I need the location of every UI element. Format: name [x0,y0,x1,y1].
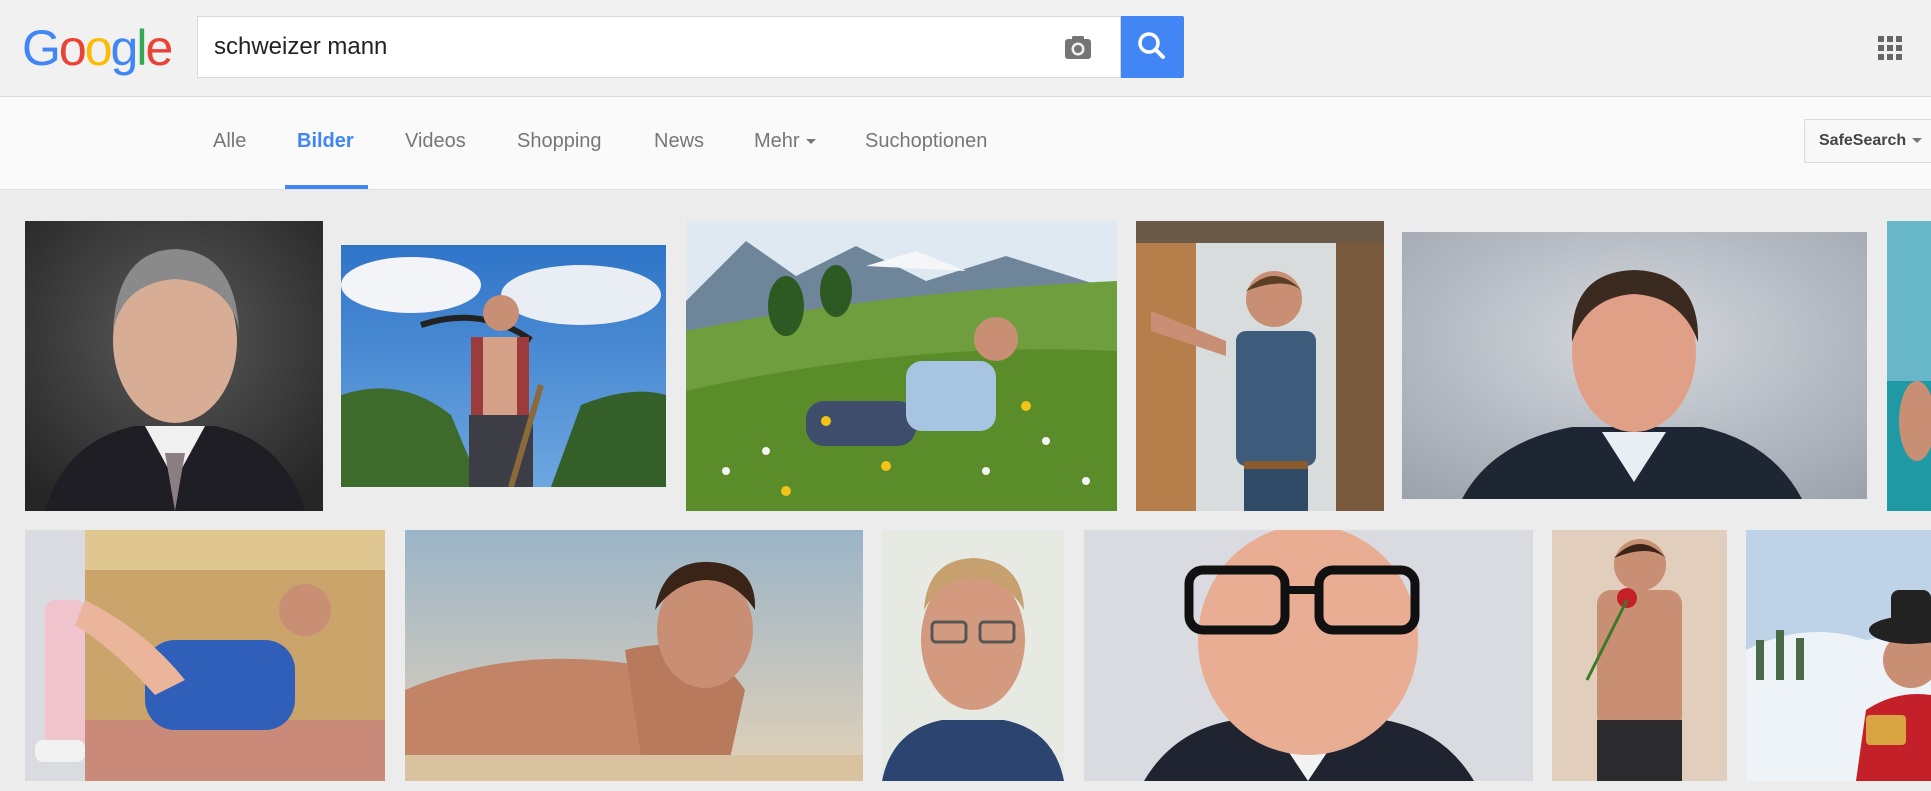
tab-mehr[interactable]: Mehr [754,97,816,189]
dropdown-arrow-icon [1912,138,1923,144]
top-bar: Google [0,0,1931,97]
search-input[interactable] [214,17,1034,77]
camera-icon[interactable] [1060,30,1096,66]
logo-letter: g [110,20,139,76]
image-result[interactable] [341,245,666,487]
active-tab-indicator [285,185,368,189]
search-tabs: Alle Bilder Videos Shopping News Mehr Su… [0,97,1931,190]
safesearch-button[interactable]: SafeSearch [1804,119,1931,163]
logo-letter: l [136,20,147,76]
image-results-grid [0,190,1931,791]
search-icon [1138,32,1165,59]
image-result[interactable] [1084,530,1533,781]
tab-alle[interactable]: Alle [213,97,246,189]
tab-videos[interactable]: Videos [405,97,466,189]
safesearch-label: SafeSearch [1819,132,1907,149]
image-result[interactable] [25,530,385,781]
image-result[interactable] [1136,221,1384,511]
image-result[interactable] [686,221,1117,511]
dropdown-arrow-icon [805,139,816,145]
google-logo[interactable]: Google [22,18,173,78]
tab-suchoptionen[interactable]: Suchoptionen [865,97,987,189]
tab-mehr-label: Mehr [754,130,800,152]
apps-grid-icon[interactable] [1876,34,1904,62]
search-box [197,16,1121,78]
image-result[interactable] [1887,221,1931,511]
image-result[interactable] [405,530,863,781]
logo-letter: o [58,20,87,76]
image-result[interactable] [1746,530,1931,781]
logo-letter: G [22,20,61,76]
logo-letter: o [84,20,113,76]
image-result[interactable] [1402,232,1867,499]
tab-shopping[interactable]: Shopping [517,97,602,189]
tab-bilder[interactable]: Bilder [297,97,354,189]
image-result[interactable] [1552,530,1727,781]
image-result[interactable] [25,221,323,511]
search-button[interactable] [1121,16,1184,78]
image-result[interactable] [882,530,1064,781]
tab-news[interactable]: News [654,97,704,189]
logo-letter: e [145,20,173,76]
